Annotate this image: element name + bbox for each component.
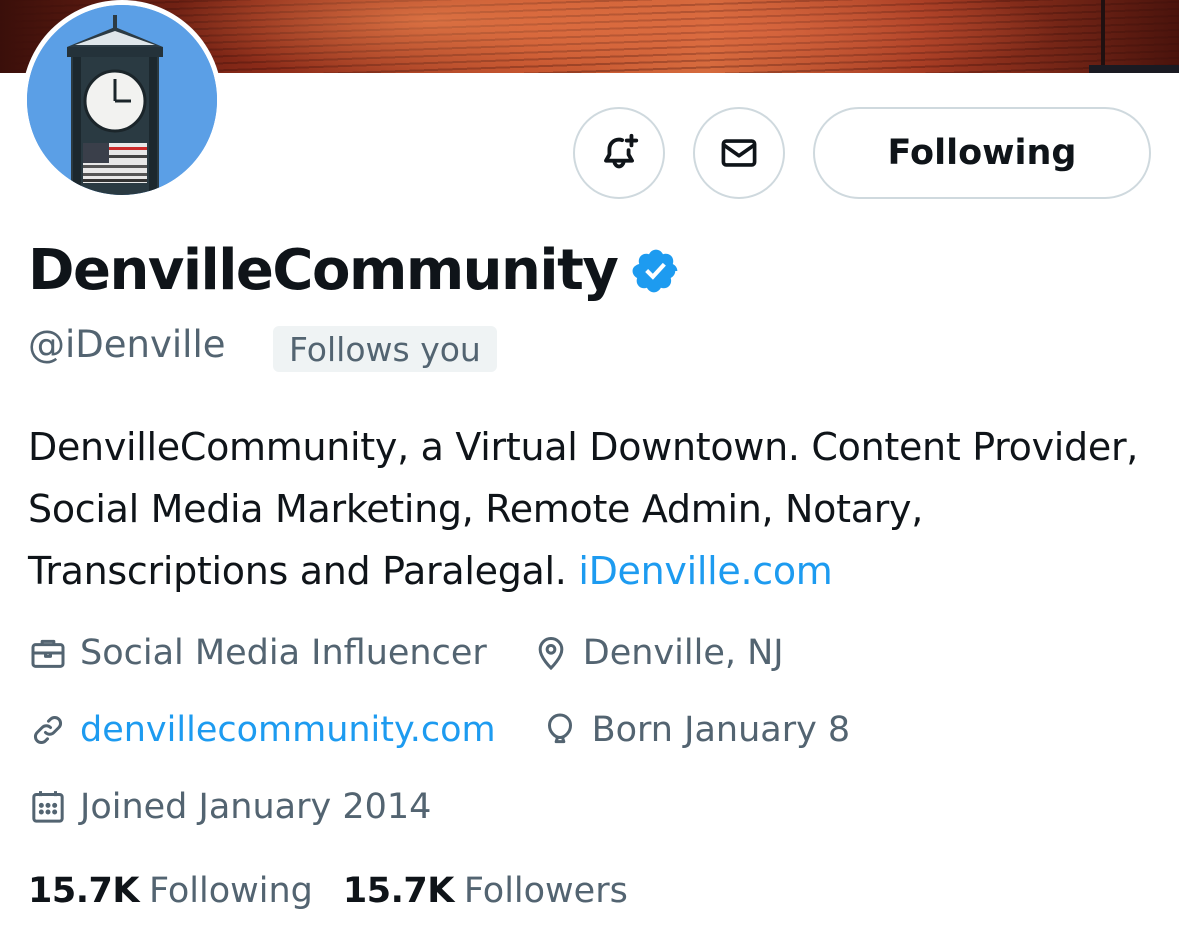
banner-pole [1101, 0, 1105, 73]
profile-meta-row-1: Social Media Influencer Denville, NJ [28, 630, 784, 676]
location-item: Denville, NJ [531, 630, 784, 676]
joined-text: Joined January 2014 [80, 787, 432, 827]
category-text: Social Media Influencer [80, 633, 487, 673]
category-item: Social Media Influencer [28, 630, 487, 676]
followers-count: 15.7K [342, 871, 454, 911]
avatar-clock-tower-image [27, 5, 217, 195]
bio-link[interactable]: iDenville.com [578, 549, 832, 593]
joined-item: Joined January 2014 [28, 784, 431, 830]
balloon-icon [547, 713, 572, 744]
following-stat[interactable]: 15.7K Following [28, 866, 313, 916]
follows-you-badge: Follows you [273, 326, 497, 372]
location-text: Denville, NJ [582, 633, 784, 673]
message-button[interactable] [693, 107, 785, 199]
verified-badge-icon[interactable] [631, 246, 681, 296]
notifications-button[interactable] [573, 107, 665, 199]
profile-handle: @iDenville [28, 323, 226, 366]
following-label: Following [148, 871, 313, 911]
envelope-icon [721, 139, 757, 167]
calendar-icon [32, 791, 64, 823]
link-icon [34, 716, 62, 744]
location-pin-icon [538, 636, 564, 671]
website-item[interactable]: denvillecommunity.com [28, 707, 496, 753]
birthday-item: Born January 8 [540, 707, 851, 753]
profile-meta-row-3: Joined January 2014 [28, 784, 431, 830]
profile-meta-row-2: denvillecommunity.com Born January 8 [28, 707, 850, 753]
briefcase-icon [31, 639, 65, 668]
followers-stat[interactable]: 15.7K Followers [343, 866, 628, 916]
profile-stats: 15.7K Following 15.7K Followers [28, 866, 628, 916]
display-name-text: DenvilleCommunity [28, 238, 619, 303]
following-button[interactable]: Following [813, 107, 1151, 199]
display-name: DenvilleCommunity [28, 236, 681, 306]
website-link[interactable]: denvillecommunity.com [80, 707, 496, 753]
profile-bio: DenvilleCommunity, a Virtual Downtown. C… [28, 416, 1148, 602]
followers-label: Followers [463, 871, 628, 911]
profile-avatar[interactable] [22, 0, 222, 200]
bell-plus-icon [604, 133, 639, 169]
following-count: 15.7K [28, 871, 139, 911]
banner-shore [1089, 65, 1179, 73]
birthday-text: Born January 8 [591, 710, 851, 750]
